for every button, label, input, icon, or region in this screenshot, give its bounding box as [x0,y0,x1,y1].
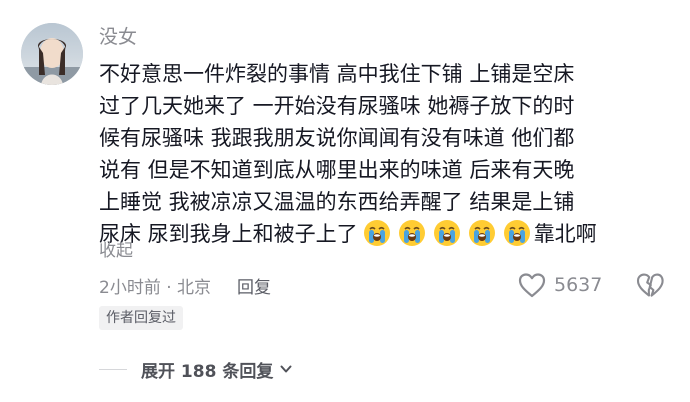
comment-line: 不好意思一件炸裂的事情 高中我住下铺 上铺是空床 [99,62,575,86]
emoji-row [362,218,532,248]
loudly-crying-face-icon [468,220,495,246]
like-button[interactable]: 5637 [518,270,602,300]
comment-meta: 2小时前 · 北京 回复 [99,271,271,299]
comment-line-last-text: 尿床 尿到我身上和被子上了 [99,222,358,246]
expand-replies-button[interactable]: 展开 188 条回复 [99,356,293,382]
like-count: 5637 [554,274,603,296]
comment-line-last: 尿床 尿到我身上和被子上了 靠北啊 [99,218,669,250]
expand-replies-label: 展开 188 条回复 [141,361,274,382]
username[interactable]: 没女 [99,24,137,50]
loudly-crying-face-icon [363,220,390,246]
loudly-crying-face-icon [398,220,425,246]
loudly-crying-face-icon [433,220,460,246]
author-replied-badge: 作者回复过 [99,306,183,330]
collapse-button[interactable]: 收起 [99,238,133,264]
comment-line: 说有 但是不知道到底从哪里出来的味道 后来有天晚 [99,158,575,182]
divider [99,368,127,370]
broken-heart-icon[interactable] [636,271,664,299]
comment-line: 上睡觉 我被凉凉又温温的东西给弄醒了 结果是上铺 [99,190,575,214]
avatar[interactable] [21,23,83,85]
heart-outline-icon [518,273,546,298]
comment-line-last-tail: 靠北啊 [533,222,597,246]
loudly-crying-face-icon [503,220,530,246]
comment-text: 不好意思一件炸裂的事情 高中我住下铺 上铺是空床 过了几天她来了 一开始没有尿骚… [99,58,669,250]
comment-line: 候有尿骚味 我跟我朋友说你闻闻有没有味道 他们都 [99,126,575,150]
reply-button[interactable]: 回复 [237,273,271,298]
comment-line: 过了几天她来了 一开始没有尿骚味 她褥子放下的时 [99,94,575,118]
chevron-down-icon [280,365,292,373]
time-location: 2小时前 · 北京 [99,277,212,298]
